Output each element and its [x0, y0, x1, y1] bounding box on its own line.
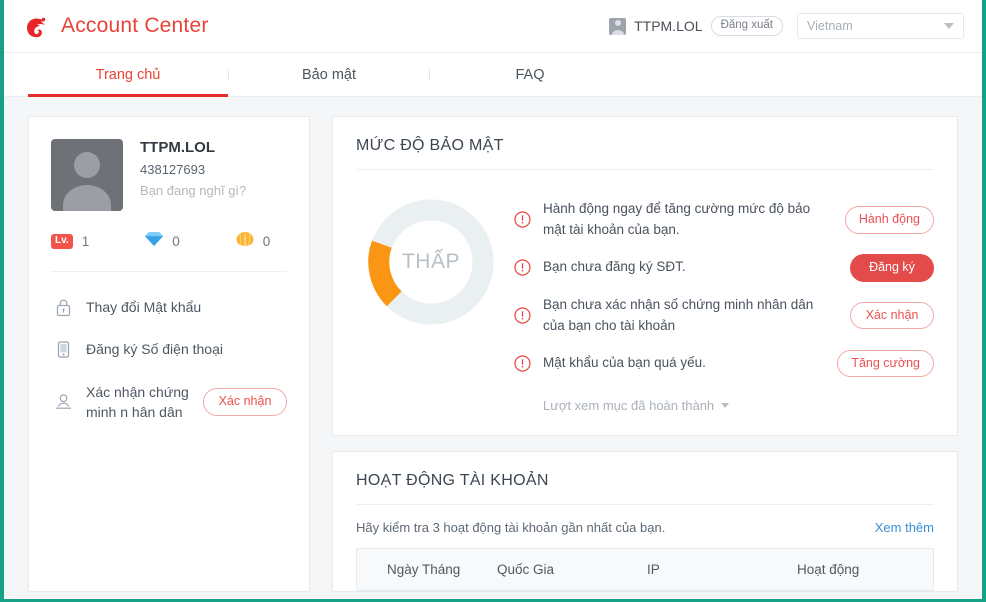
phone-icon	[53, 340, 73, 359]
security-alert-item: Bạn chưa xác nhận số chứng minh nhân dân…	[514, 290, 934, 342]
column-header-country: Quốc Gia	[497, 561, 555, 577]
app-root: Account Center TTPM.LOL Đăng xuất Vietna…	[0, 0, 986, 602]
profile-card: TTPM.LOL 438127693 Bạn đang nghĩ gì? Lv.…	[28, 116, 310, 592]
chevron-down-icon	[721, 402, 730, 408]
menu-item-label: Thay đổi Mật khẩu	[86, 299, 202, 315]
app-header: Account Center TTPM.LOL Đăng xuất Vietna…	[4, 0, 982, 53]
garena-logo-icon	[22, 11, 52, 41]
account-activity-panel: HOẠT ĐỘNG TÀI KHOẢN Hãy kiểm tra 3 hoạt …	[332, 450, 958, 592]
security-register-button[interactable]: Đăng ký	[850, 254, 934, 282]
profile-stats: Lv. 1 0 0	[51, 231, 287, 252]
diamond-icon	[145, 231, 164, 252]
alert-circle-icon	[514, 211, 531, 229]
activity-subtitle-row: Hãy kiểm tra 3 hoạt động tài khoản gần n…	[333, 505, 957, 535]
level-badge-icon: Lv.	[51, 234, 73, 249]
menu-item-register-phone[interactable]: Đăng ký Số điện thoại	[51, 328, 287, 370]
profile-info: TTPM.LOL 438127693 Bạn đang nghĩ gì?	[140, 139, 246, 211]
stat-diamond: 0	[145, 231, 180, 252]
lock-icon	[53, 298, 73, 317]
shell-icon	[236, 231, 254, 252]
menu-item-label: Đăng ký Số điện thoại	[86, 341, 223, 358]
brand-title: Account Center	[61, 14, 209, 37]
show-completed-items-label: Lượt xem mục đã hoàn thành	[543, 397, 715, 413]
security-gauge: THẤP	[356, 194, 506, 413]
security-alert-text: Bạn chưa đăng ký SĐT.	[543, 259, 686, 275]
show-completed-items-toggle[interactable]: Lượt xem mục đã hoàn thành	[514, 386, 934, 413]
activity-table: Ngày Tháng Quốc Gia IP Hoạt động	[356, 547, 934, 591]
avatar	[609, 17, 627, 35]
brand[interactable]: Account Center	[22, 11, 209, 41]
security-alert-item: Bạn chưa đăng ký SĐT. Đăng ký	[514, 246, 934, 290]
profile-name: TTPM.LOL	[140, 139, 215, 156]
verify-id-button[interactable]: Xác nhận	[203, 388, 287, 416]
browser-edge-right	[982, 0, 986, 602]
security-gauge-label: THẤP	[401, 250, 460, 273]
stat-value: 0	[262, 234, 271, 249]
tab-faq[interactable]: FAQ	[430, 53, 630, 96]
security-panel-body: THẤP Hành động ngay để tăng cường mức độ…	[333, 170, 957, 435]
menu-item-change-password[interactable]: Thay đổi Mật khẩu	[51, 286, 287, 328]
activity-subtitle: Hãy kiểm tra 3 hoạt động tài khoản gần n…	[356, 519, 666, 535]
security-alert-item: Mật khẩu của bạn quá yếu. Tăng cường	[514, 342, 934, 386]
profile-status[interactable]: Bạn đang nghĩ gì?	[140, 183, 246, 198]
security-verify-button[interactable]: Xác nhận	[850, 302, 934, 330]
alert-circle-icon	[514, 355, 531, 372]
tab-label: Bảo mật	[302, 66, 356, 83]
security-alert-item: Hành động ngay để tăng cường mức độ bảo …	[514, 194, 934, 246]
activity-view-more-link[interactable]: Xem thêm	[875, 520, 934, 535]
stat-shell: 0	[236, 231, 271, 252]
security-panel-title: MỨC ĐỘ BẢO MẬT	[356, 137, 504, 154]
menu-item-verify-id[interactable]: Xác nhận chứng minh n hân dân Xác nhận	[51, 371, 287, 434]
security-alert-text: Bạn chưa xác nhận số chứng minh nhân dân…	[543, 296, 814, 333]
profile-id: 438127693	[140, 162, 206, 177]
content-area: TTPM.LOL 438127693 Bạn đang nghĩ gì? Lv.…	[4, 97, 982, 592]
id-card-icon	[53, 392, 73, 411]
main-tabs: Trang chủ Bảo mật FAQ	[4, 53, 982, 97]
security-alert-list: Hành động ngay để tăng cường mức độ bảo …	[506, 194, 934, 413]
profile-menu: Thay đổi Mật khẩu Đăng ký Số điện thoại	[51, 272, 287, 453]
security-alert-text: Hành động ngay để tăng cường mức độ bảo …	[543, 201, 811, 237]
profile-header: TTPM.LOL 438127693 Bạn đang nghĩ gì?	[51, 139, 287, 211]
stat-level: Lv. 1	[51, 234, 89, 249]
activity-panel-title: HOẠT ĐỘNG TÀI KHOẢN	[356, 471, 549, 489]
security-action-button[interactable]: Hành động	[844, 206, 934, 234]
activity-table-header: Ngày Tháng Quốc Gia IP Hoạt động	[357, 549, 933, 590]
stat-value: 0	[172, 234, 180, 249]
logout-button[interactable]: Đăng xuất	[710, 15, 783, 37]
user-chip[interactable]: TTPM.LOL Đăng xuất	[609, 15, 783, 37]
tab-bao-mat[interactable]: Bảo mật	[229, 53, 429, 96]
security-strengthen-button[interactable]: Tăng cường	[837, 350, 934, 378]
page: Account Center TTPM.LOL Đăng xuất Vietna…	[4, 0, 982, 599]
right-column: MỨC ĐỘ BẢO MẬT THẤP Hành động ngay để tă…	[332, 116, 958, 592]
column-header-ip: IP	[647, 561, 660, 577]
menu-item-label: Xác nhận chứng minh n hân dân	[86, 383, 189, 420]
country-select[interactable]: Vietnam	[797, 13, 964, 39]
column-header-date: Ngày Tháng	[387, 561, 461, 577]
header-right: TTPM.LOL Đăng xuất Vietnam	[609, 13, 964, 39]
avatar[interactable]	[51, 139, 123, 211]
security-level-panel: MỨC ĐỘ BẢO MẬT THẤP Hành động ngay để tă…	[332, 116, 958, 436]
alert-circle-icon	[514, 259, 531, 276]
chevron-down-icon	[944, 23, 954, 29]
tab-trang-chu[interactable]: Trang chủ	[28, 53, 228, 97]
security-alert-text: Mật khẩu của bạn quá yếu.	[543, 355, 706, 371]
country-select-value: Vietnam	[807, 19, 853, 33]
stat-value: 1	[81, 234, 90, 249]
header-user-name: TTPM.LOL	[634, 18, 703, 34]
tab-label: FAQ	[515, 66, 545, 83]
tab-label: Trang chủ	[95, 66, 161, 83]
alert-circle-icon	[514, 307, 531, 324]
column-header-activity: Hoạt động	[797, 561, 860, 577]
